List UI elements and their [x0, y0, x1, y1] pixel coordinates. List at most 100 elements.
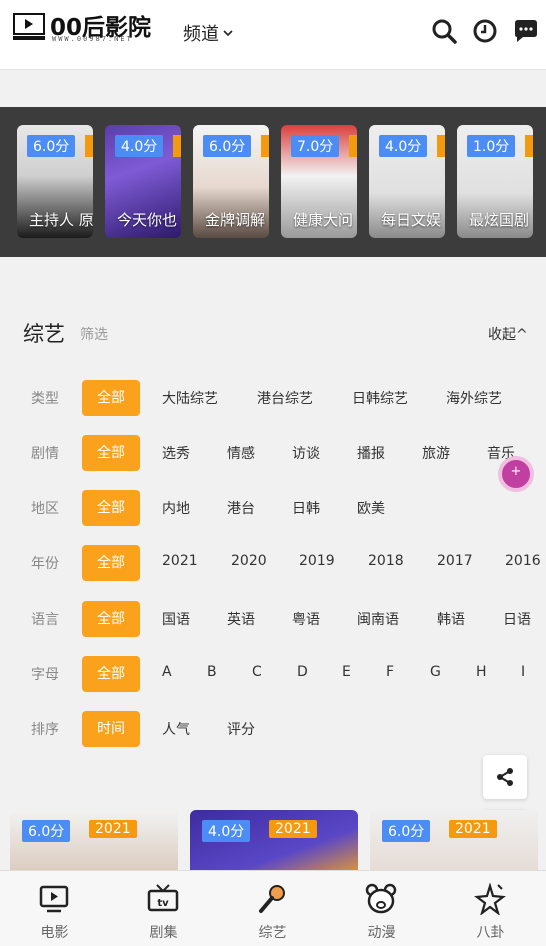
messages-button[interactable] — [513, 18, 539, 44]
filter-option[interactable]: 人气 — [162, 719, 190, 739]
row-label: 剧情 — [31, 446, 59, 462]
filter-option[interactable]: H — [476, 664, 487, 680]
collapse-label: 收起 — [488, 327, 516, 343]
search-button[interactable] — [431, 18, 457, 44]
filter-option[interactable]: 韩语 — [437, 609, 465, 629]
filter-option[interactable]: 全部 — [82, 545, 140, 581]
microphone-icon — [259, 885, 285, 913]
filter-option[interactable]: 情感 — [227, 443, 255, 463]
score-badge: 4.0分 — [379, 135, 428, 157]
site-logo[interactable]: 00后影院 WWW.00987.NET — [12, 10, 152, 46]
filter-row-sort: 排序 时间 人气 评分 — [0, 711, 546, 747]
filter-option[interactable]: 选秀 — [162, 443, 190, 463]
filter-option[interactable]: 欧美 — [357, 498, 385, 518]
filter-option[interactable]: 大陆综艺 — [162, 388, 218, 408]
filter-row-letter: 字母 全部 A B C D E F G H I — [0, 656, 546, 692]
bottom-nav: 电影 tv 剧集 综艺 动漫 八卦 — [0, 870, 546, 946]
filter-row-language: 语言 全部 国语 英语 粤语 闽南语 韩语 日语 — [0, 601, 546, 637]
filter-option[interactable]: 2021 — [162, 553, 198, 569]
year-tag — [525, 135, 533, 157]
carousel-card[interactable]: 6.0分 金牌调解 — [193, 125, 269, 238]
nav-label: 动漫 — [367, 925, 396, 941]
chevron-down-icon — [223, 30, 233, 37]
score-badge: 4.0分 — [115, 135, 164, 157]
carousel-card[interactable]: 4.0分 今天你也 — [105, 125, 181, 238]
filter-option[interactable]: 日韩 — [292, 498, 320, 518]
filter-option[interactable]: 英语 — [227, 609, 255, 629]
card-title: 每日文娱 — [381, 211, 442, 229]
filter-option[interactable]: 全部 — [82, 380, 140, 416]
carousel-card[interactable]: 6.0分 主持人 原 — [17, 125, 93, 238]
filter-option[interactable]: 2018 — [368, 553, 404, 569]
filter-option[interactable]: 全部 — [82, 490, 140, 526]
filter-option[interactable]: 评分 — [227, 719, 255, 739]
filter-option[interactable]: 全部 — [82, 656, 140, 692]
filter-option[interactable]: 闽南语 — [357, 609, 399, 629]
nav-item-gossip[interactable]: 八卦 — [436, 871, 545, 946]
filter-option[interactable]: C — [252, 664, 262, 680]
share-button[interactable] — [483, 755, 527, 799]
history-button[interactable] — [472, 18, 498, 44]
filter-option[interactable]: 日语 — [503, 609, 531, 629]
channel-dropdown[interactable]: 频道 — [183, 20, 234, 46]
nav-item-series[interactable]: tv 剧集 — [109, 871, 218, 946]
filter-option[interactable]: 播报 — [357, 443, 385, 463]
filter-option[interactable]: 国语 — [162, 609, 190, 629]
year-tag — [349, 135, 357, 157]
filter-option[interactable]: 内地 — [162, 498, 190, 518]
filter-row-region: 地区 全部 内地 港台 日韩 欧美 — [0, 490, 546, 526]
filter-option[interactable]: 港台综艺 — [257, 388, 313, 408]
filter-option[interactable]: 日韩综艺 — [352, 388, 408, 408]
logo-url: WWW.00987.NET — [52, 35, 133, 43]
nav-item-variety[interactable]: 综艺 — [218, 871, 327, 946]
score-badge: 1.0分 — [467, 135, 516, 157]
bear-icon — [365, 883, 397, 914]
share-icon — [497, 768, 513, 786]
filter-row-type: 类型 全部 大陆综艺 港台综艺 日韩综艺 海外综艺 — [0, 380, 546, 416]
filter-option[interactable]: 旅游 — [422, 443, 450, 463]
row-label: 语言 — [31, 612, 59, 628]
carousel-card[interactable]: 7.0分 健康大问 — [281, 125, 357, 238]
nav-item-movies[interactable]: 电影 — [0, 871, 109, 946]
filter-option[interactable]: 2016 — [505, 553, 541, 569]
filter-option[interactable]: A — [162, 664, 172, 680]
top-header: 00后影院 WWW.00987.NET 频道 — [0, 0, 546, 70]
filter-option[interactable]: 2017 — [437, 553, 473, 569]
filter-label: 筛选 — [80, 327, 108, 343]
filter-option[interactable]: 全部 — [82, 435, 140, 471]
carousel-card[interactable]: 4.0分 每日文娱 — [369, 125, 445, 238]
collapse-toggle[interactable]: 收起^ — [488, 324, 528, 344]
floating-add-button[interactable] — [498, 456, 534, 492]
filter-option[interactable]: G — [430, 664, 441, 680]
section-title: 综艺 — [23, 322, 65, 346]
score-badge: 6.0分 — [22, 820, 71, 842]
filter-option[interactable]: B — [207, 664, 217, 680]
nav-item-anime[interactable]: 动漫 — [327, 871, 436, 946]
filter-option[interactable]: 港台 — [227, 498, 255, 518]
filter-option[interactable]: E — [342, 664, 351, 680]
featured-carousel[interactable]: 6.0分 主持人 原 4.0分 今天你也 6.0分 金牌调解 7.0分 健康大问… — [0, 107, 546, 257]
filter-option[interactable]: 时间 — [82, 711, 140, 747]
filter-option[interactable]: 海外综艺 — [446, 388, 502, 408]
clock-icon — [473, 19, 497, 43]
nav-label: 八卦 — [476, 925, 505, 941]
filter-option[interactable]: 粤语 — [292, 609, 320, 629]
score-badge: 4.0分 — [202, 820, 251, 842]
filter-option[interactable]: F — [386, 664, 394, 680]
filter-panel: 综艺 筛选 收起^ 类型 全部 大陆综艺 港台综艺 日韩综艺 海外综艺 剧情 全… — [0, 288, 546, 766]
filter-option[interactable]: 2020 — [231, 553, 267, 569]
filter-option[interactable]: I — [521, 664, 525, 680]
channel-label: 频道 — [183, 24, 219, 45]
row-label: 年份 — [31, 556, 59, 572]
filter-option[interactable]: 访谈 — [292, 443, 320, 463]
row-label: 类型 — [31, 391, 59, 407]
year-tag — [85, 135, 93, 157]
svg-text:tv: tv — [157, 898, 169, 909]
filter-option[interactable]: 2019 — [299, 553, 335, 569]
carousel-card[interactable]: 1.0分 最炫国剧 — [457, 125, 533, 238]
filter-option[interactable]: D — [297, 664, 308, 680]
score-badge: 6.0分 — [382, 820, 431, 842]
card-title: 主持人 原 — [29, 211, 93, 229]
filter-option[interactable]: 全部 — [82, 601, 140, 637]
nav-label: 电影 — [40, 925, 69, 941]
